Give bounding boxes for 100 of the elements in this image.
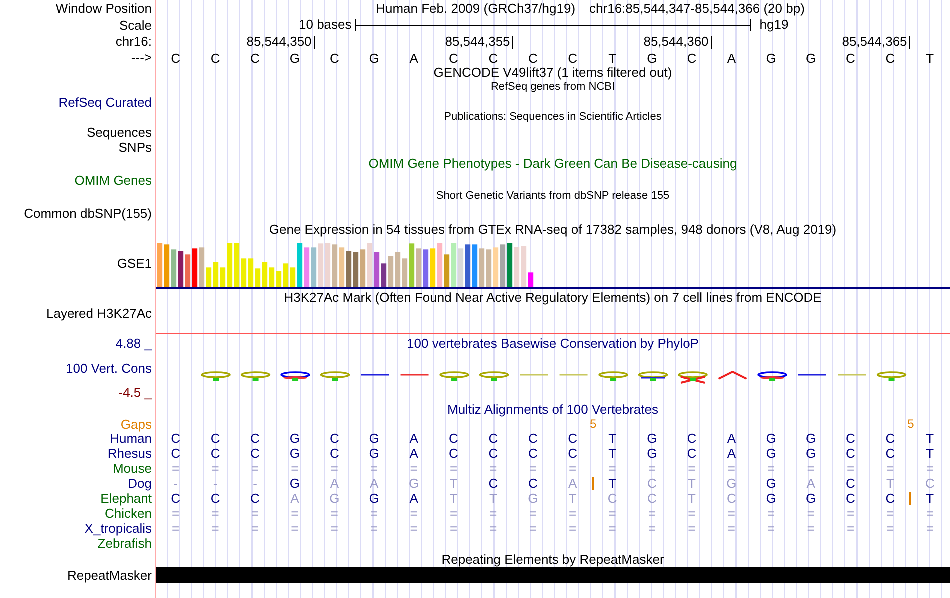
aligned-base: C (449, 446, 458, 461)
aligned-base: = (172, 521, 180, 536)
aligned-base: = (410, 521, 418, 536)
base-letter: C (488, 50, 500, 68)
aligned-base: C (846, 476, 856, 491)
aligned-base: = (886, 506, 894, 521)
aligned-base: C (608, 491, 618, 506)
aligned-base: T (688, 476, 696, 491)
aligned-base: = (172, 506, 180, 521)
track-title: RefSeq genes from NCBI (490, 80, 616, 95)
aligned-base: A (370, 476, 379, 491)
aligned-base: G (766, 446, 776, 461)
aligned-base: C (210, 446, 220, 461)
species-name[interactable]: X_tropicalis (84, 521, 152, 536)
base-letter: A (726, 50, 737, 68)
track-title: Short Genetic Variants from dbSNP release 155 (436, 189, 670, 204)
base-letter: C (845, 50, 856, 68)
aligned-base: = (648, 461, 656, 476)
aligned-base: G (369, 431, 380, 446)
species-name[interactable]: Rhesus (108, 446, 152, 461)
aligned-base: C (210, 431, 220, 446)
track-label[interactable]: OMIM Genes (74, 172, 152, 188)
aligned-base: G (647, 431, 658, 446)
aligned-base: = (410, 506, 418, 521)
aligned-base: = (172, 461, 180, 476)
track-title: Repeating Elements by RepeatMasker (442, 552, 664, 566)
track-label[interactable]: GSE1 (117, 256, 152, 270)
aligned-base: = (529, 506, 537, 521)
species-name[interactable]: Human (110, 431, 152, 446)
aligned-base: = (846, 506, 855, 521)
aligned-base: G (408, 476, 420, 491)
track-label[interactable]: 100 Vert. Cons (66, 360, 152, 376)
track-label[interactable]: RepeatMasker (67, 568, 152, 582)
track-title: OMIM Gene Phenotypes - Dark Green Can Be Disease-causing (368, 156, 738, 171)
track-label[interactable]: Layered H3K27Ac (46, 306, 152, 321)
aligned-base: - (213, 476, 218, 491)
aligned-base: C (886, 446, 896, 461)
aligned-base: = (450, 521, 458, 536)
aligned-base: = (370, 461, 378, 476)
aligned-base: - (253, 476, 258, 491)
region-position: chr16:85,544,347-85,544,366 (20 bp) (590, 0, 805, 18)
aligned-base: A (330, 476, 339, 491)
aligned-base: G (806, 491, 816, 506)
aligned-base: C (568, 431, 578, 446)
aligned-base: G (290, 446, 300, 461)
species-name[interactable]: Zebrafish (98, 536, 152, 551)
aligned-base: C (210, 491, 220, 506)
tick-mark (512, 36, 514, 49)
aligned-base: C (568, 446, 578, 461)
species-name[interactable]: Dog (128, 476, 152, 491)
strand-label[interactable]: ---> (131, 50, 152, 64)
aligned-base: G (369, 446, 380, 461)
aligned-base: C (648, 476, 657, 491)
aligned-base: = (490, 461, 498, 476)
aligned-base: = (926, 521, 934, 536)
species-name[interactable]: Elephant (100, 491, 152, 506)
aligned-base: C (171, 431, 181, 446)
aligned-base: T (608, 446, 617, 461)
track-label[interactable]: RefSeq Curated (58, 95, 152, 110)
aligned-base: = (728, 461, 736, 476)
aligned-base: G (766, 491, 776, 506)
aligned-base: A (727, 446, 736, 461)
aligned-base: A (410, 491, 418, 506)
aligned-base: C (250, 446, 260, 461)
aligned-base: = (410, 461, 418, 476)
aligned-base: G (528, 491, 538, 506)
row-label[interactable]: Window Position (56, 1, 152, 16)
aligned-base: = (608, 506, 616, 521)
assembly-name: Human Feb. 2009 (GRCh37/hg19) (376, 0, 576, 18)
aligned-base: T (608, 431, 617, 446)
aligned-base: = (728, 506, 736, 521)
row-label[interactable]: chr16: (116, 34, 152, 48)
base-letter: T (925, 50, 936, 68)
aligned-base: = (370, 521, 378, 536)
gap-count: 5 (590, 417, 597, 431)
aligned-base: = (529, 521, 537, 536)
species-name[interactable]: Mouse (112, 461, 152, 476)
base-letter: T (608, 50, 618, 68)
aligned-base: C (726, 491, 736, 506)
track-label[interactable]: SNPs (118, 140, 152, 155)
aligned-base: C (648, 491, 657, 506)
track-label[interactable]: Common dbSNP(155) (24, 206, 152, 220)
aligned-base: C (171, 491, 181, 506)
species-name[interactable]: Chicken (105, 506, 152, 521)
aligned-base: C (250, 491, 260, 506)
aligned-base: C (488, 431, 498, 446)
row-label[interactable]: Scale (119, 18, 152, 32)
base-letter: C (567, 50, 579, 68)
aligned-base: = (569, 461, 577, 476)
aligned-base: = (807, 461, 815, 476)
aligned-base: T (926, 431, 934, 446)
tick-mark (909, 36, 910, 49)
track-label[interactable]: Sequences (86, 125, 152, 140)
base-letter: G (646, 50, 658, 68)
aligned-base: G (726, 476, 737, 491)
aligned-base: T (688, 491, 696, 506)
aligned-base: T (489, 491, 498, 506)
scale-text: 10 bases (299, 16, 353, 34)
aligned-base: = (768, 521, 776, 536)
aligned-base: = (926, 461, 934, 476)
